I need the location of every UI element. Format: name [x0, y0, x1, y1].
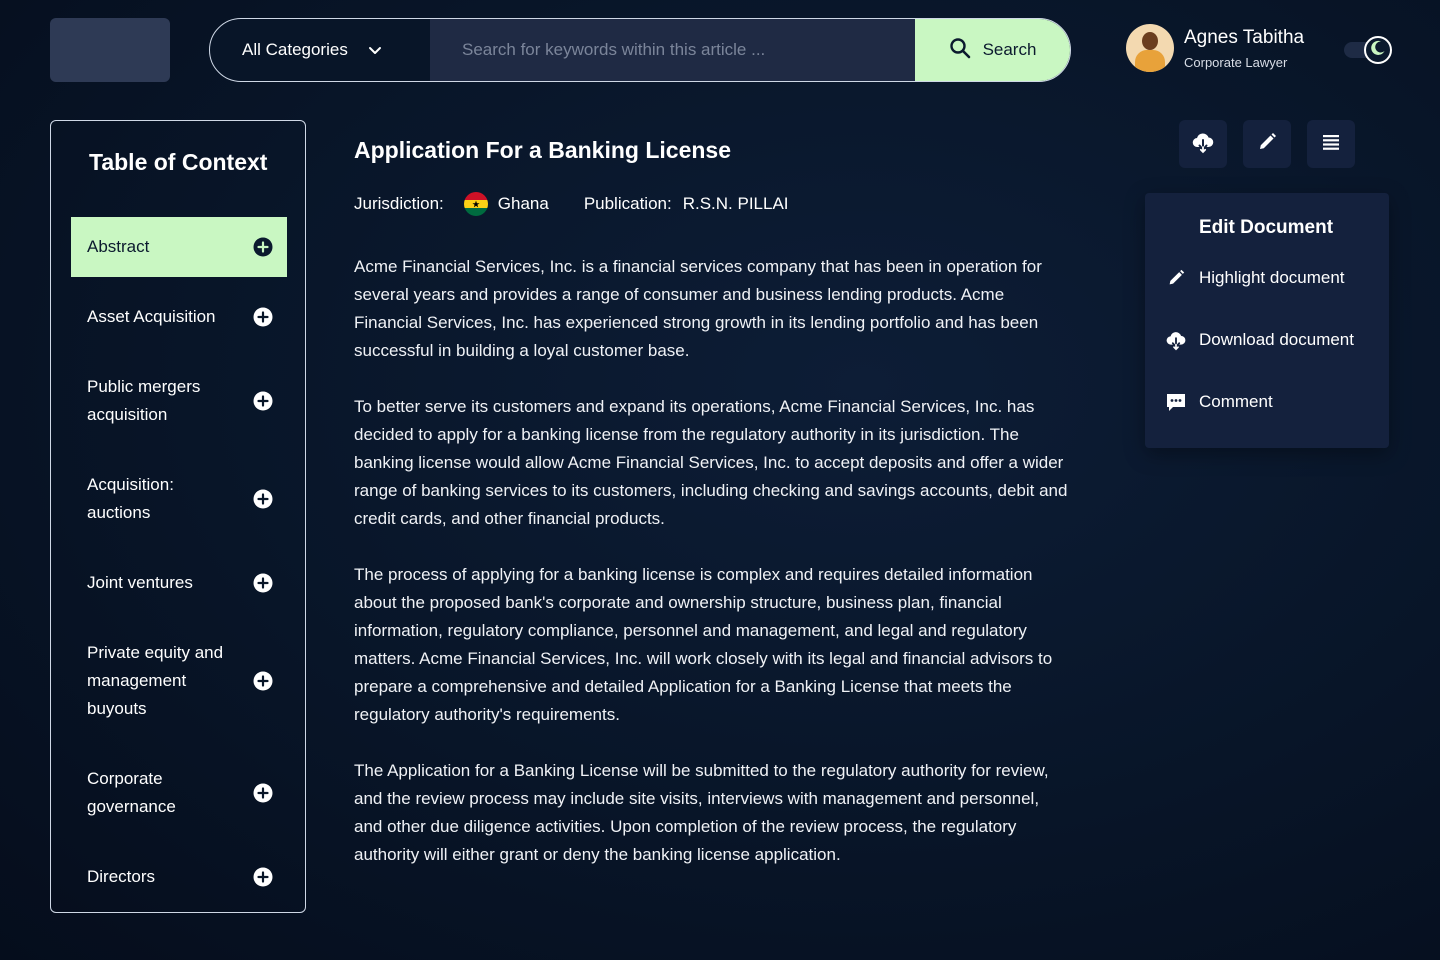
search-button[interactable]: Search [915, 19, 1070, 81]
ghana-flag-icon [463, 192, 488, 216]
moon-icon [1369, 39, 1387, 62]
toc-item-label: Joint ventures [87, 573, 193, 592]
toc-item-label: Abstract [87, 237, 150, 256]
publication-label: Publication: [583, 194, 672, 213]
table-of-contents: Table of Context Abstract Asset Acquisit… [50, 120, 306, 913]
toc-item-label: Directors [87, 867, 156, 886]
plus-circle-icon [253, 783, 273, 803]
toc-item-label: Private equity and management buyouts [87, 643, 224, 718]
plus-circle-icon [253, 573, 273, 593]
toc-item-label: Public mergers acquisition [87, 377, 201, 424]
cloud-download-icon [1191, 130, 1215, 159]
toc-item-directors[interactable]: Directors [71, 863, 287, 891]
publication-value: R.S.N. PILLAI [682, 194, 789, 213]
user-role: Corporate Lawyer [1184, 54, 1288, 70]
plus-circle-icon [253, 307, 273, 327]
document-paragraph: Acme Financial Services, Inc. is a finan… [354, 257, 1042, 360]
document-paragraph: To better serve its customers and expand… [354, 397, 1068, 528]
pencil-icon [1165, 267, 1187, 289]
document-paragraph: The Application for a Banking License wi… [354, 761, 1049, 864]
edit-document-panel: Edit Document Highlight document Downloa… [1145, 193, 1389, 448]
dark-mode-toggle[interactable] [1344, 36, 1392, 64]
comment-label: Comment [1199, 392, 1273, 411]
plus-circle-icon [253, 391, 273, 411]
user-name: Agnes Tabitha [1184, 26, 1305, 48]
edit-panel-title: Edit Document [1199, 217, 1334, 238]
download-document-item[interactable]: Download document [1165, 329, 1354, 351]
toc-item-public-mergers[interactable]: Public mergers acquisition [71, 373, 287, 429]
menu-button[interactable] [1307, 120, 1355, 168]
chevron-down-icon [368, 43, 382, 57]
plus-circle-icon [253, 671, 273, 691]
plus-circle-icon [253, 489, 273, 509]
toc-title: Table of Context [89, 149, 268, 175]
jurisdiction-label: Jurisdiction: [354, 194, 444, 213]
toc-item-abstract[interactable]: Abstract [71, 217, 287, 277]
category-dropdown[interactable]: All Categories [210, 19, 430, 81]
toc-item-label: Acquisition: auctions [87, 475, 174, 522]
comment-item[interactable]: Comment [1165, 391, 1273, 413]
document-paragraph: The process of applying for a banking li… [354, 565, 1053, 724]
search-bar: All Categories Search [209, 18, 1071, 82]
highlight-document-label: Highlight document [1199, 268, 1345, 287]
highlight-document-item[interactable]: Highlight document [1165, 267, 1345, 289]
search-button-label: Search [982, 40, 1037, 59]
category-label: All Categories [242, 40, 348, 59]
toc-item-corporate-governance[interactable]: Corporate governance [71, 765, 287, 821]
toc-item-label: Corporate governance [87, 769, 176, 816]
cloud-download-icon [1165, 329, 1187, 351]
download-document-label: Download document [1199, 330, 1354, 349]
plus-circle-icon [253, 237, 273, 257]
toc-item-label: Asset Acquisition [87, 307, 216, 326]
edit-button[interactable] [1243, 120, 1291, 168]
pencil-icon [1256, 131, 1278, 158]
toc-item-asset-acquisition[interactable]: Asset Acquisition [71, 303, 287, 331]
logo-placeholder [50, 18, 170, 82]
document-body: Acme Financial Services, Inc. is a finan… [354, 253, 1070, 897]
search-input[interactable] [430, 19, 915, 81]
toc-item-private-equity[interactable]: Private equity and management buyouts [71, 639, 287, 723]
list-icon [1321, 132, 1341, 157]
search-icon [949, 37, 971, 64]
document-meta: Jurisdiction: Ghana Publication: R.S.N. … [354, 192, 789, 216]
user-profile[interactable]: Agnes Tabitha Corporate Lawyer [1126, 24, 1304, 72]
toc-item-joint-ventures[interactable]: Joint ventures [71, 569, 287, 597]
document-title: Application For a Banking License [354, 137, 732, 163]
toc-item-acquisition-auctions[interactable]: Acquisition: auctions [71, 471, 287, 527]
download-button[interactable] [1179, 120, 1227, 168]
comment-icon [1165, 391, 1187, 413]
avatar [1126, 24, 1174, 72]
plus-circle-icon [253, 867, 273, 887]
jurisdiction-value: Ghana [497, 194, 549, 213]
